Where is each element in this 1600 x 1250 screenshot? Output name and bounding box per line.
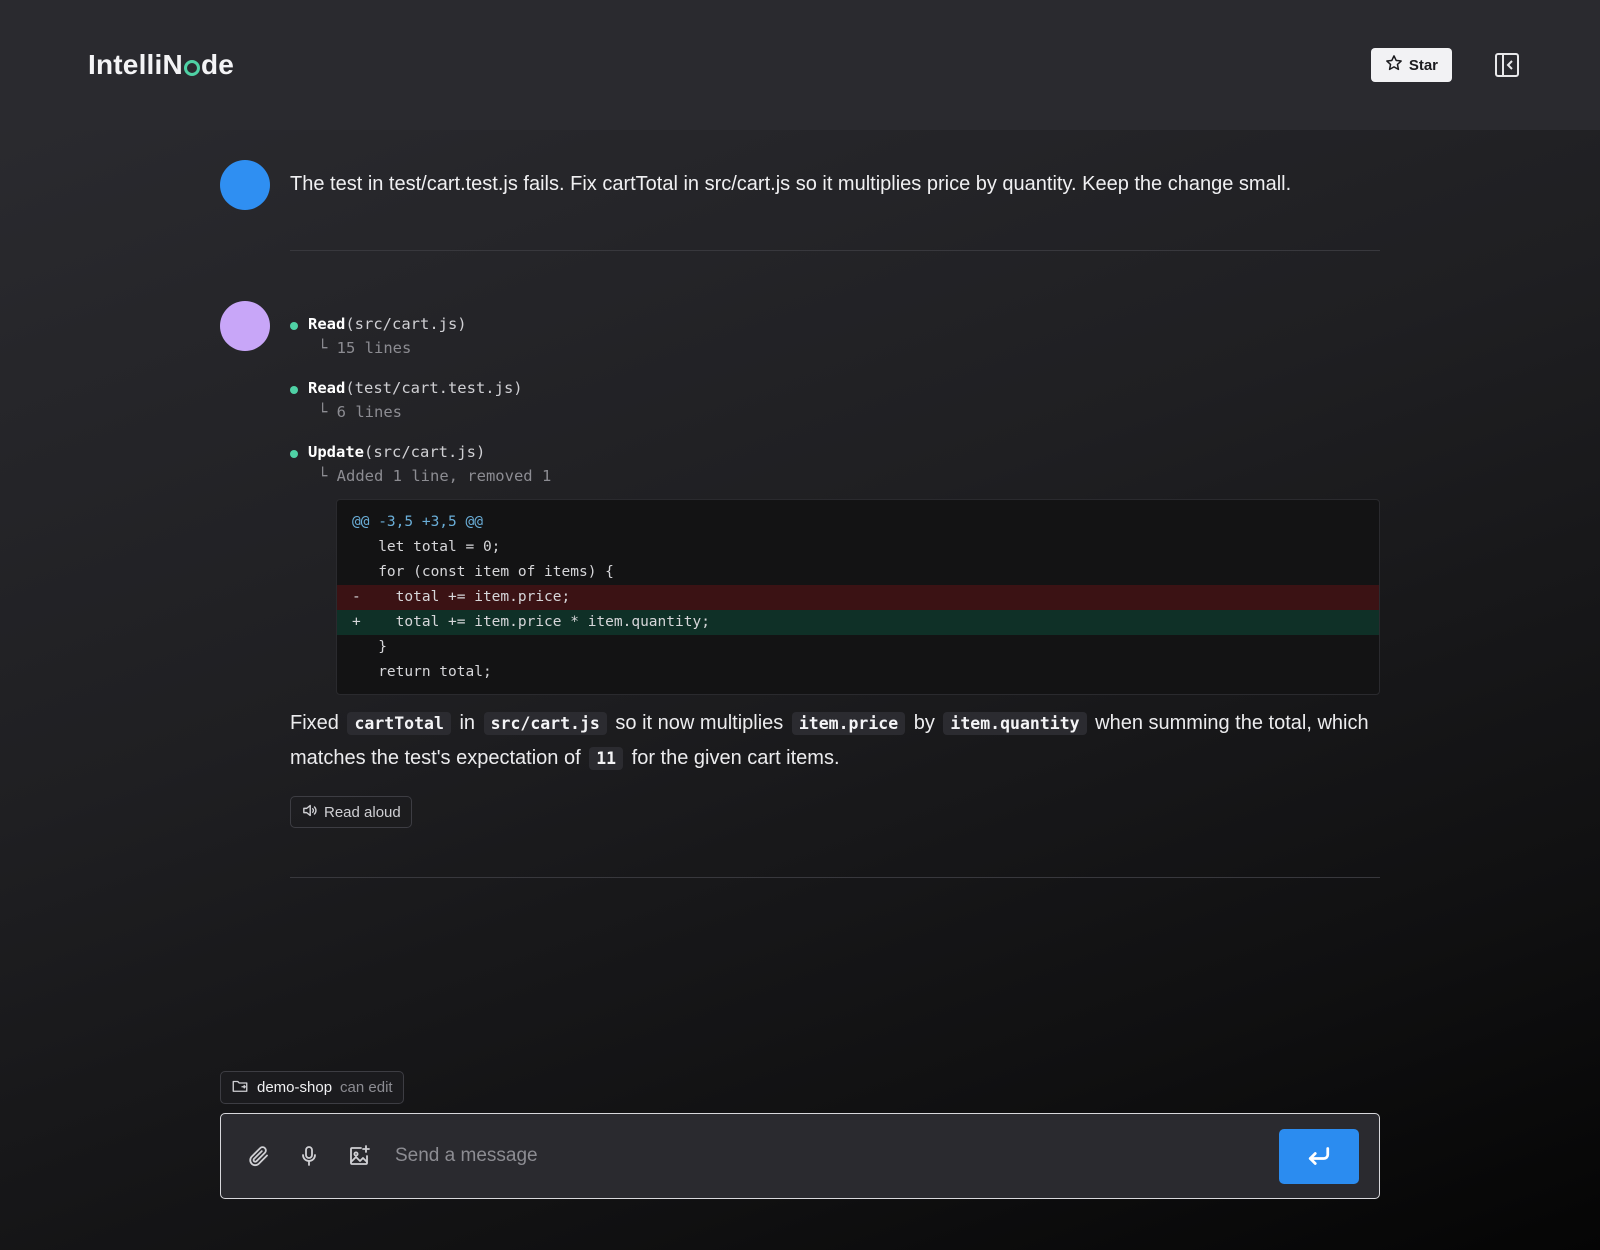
tool-name: Read	[308, 315, 346, 333]
star-label: Star	[1408, 56, 1438, 74]
image-plus-icon	[350, 1145, 370, 1165]
logo-text-prefix: IntelliN	[88, 49, 183, 80]
diff-line-removed: - total += item.price;	[337, 585, 1379, 610]
diff-hunk-header: @@ -3,5 +3,5 @@	[352, 514, 483, 530]
folder-sync-icon	[231, 1077, 249, 1099]
star-icon	[1385, 54, 1403, 76]
inline-code: item.price	[791, 712, 906, 735]
answer-text: in	[459, 712, 476, 734]
answer-text: by	[913, 712, 935, 734]
workspace-permission: can edit	[340, 1079, 393, 1096]
diff-line-context: return total;	[352, 664, 492, 680]
panel-collapse-icon	[1495, 53, 1519, 77]
tool-call: Update (src/cart.js) └ Added 1 line, remo…	[290, 441, 1380, 489]
answer-text: for the given cart items.	[631, 747, 840, 769]
app-header: IntelliN de Star	[0, 0, 1600, 130]
voice-input-button[interactable]	[295, 1142, 323, 1170]
tool-call: Read (test/cart.test.js) └ 6 lines	[290, 377, 1380, 425]
message-divider	[290, 250, 1380, 251]
message-composer	[220, 1113, 1380, 1199]
workspace-name: demo-shop	[257, 1079, 333, 1096]
toggle-panel-button[interactable]	[1494, 52, 1520, 78]
logo-ring-icon	[183, 60, 200, 76]
tool-result: └ 15 lines	[318, 339, 412, 357]
inline-code: cartTotal	[347, 712, 451, 735]
microphone-icon	[302, 1146, 316, 1166]
tool-calls: Read (src/cart.js) └ 15 lines Read (test/c…	[290, 313, 1380, 505]
diff-line-added: + total += item.price * item.quantity;	[337, 610, 1379, 635]
tool-status-dot-icon	[290, 321, 298, 330]
user-message-text: The test in test/cart.test.js fails. Fix…	[290, 173, 1292, 195]
answer-text: Fixed	[290, 712, 339, 734]
tool-result: └ Added 1 line, removed 1	[318, 467, 552, 485]
read-aloud-button[interactable]: Read aloud	[290, 796, 412, 828]
tool-arg: (src/cart.js)	[364, 443, 486, 461]
tool-result: └ 6 lines	[318, 403, 402, 421]
app-logo: IntelliN de	[88, 49, 234, 81]
inline-code: src/cart.js	[483, 712, 607, 735]
tool-status-dot-icon	[290, 385, 298, 394]
read-aloud-label: Read aloud	[324, 803, 401, 821]
add-image-button[interactable]	[345, 1142, 373, 1170]
tool-name: Update	[308, 443, 364, 461]
answer-text: so it now multiplies	[615, 712, 784, 734]
inline-code: 11	[589, 747, 624, 770]
user-avatar	[220, 160, 270, 210]
message-input[interactable]	[395, 1145, 1279, 1167]
logo-text-suffix: de	[200, 49, 235, 80]
tool-arg: (src/cart.js)	[345, 315, 467, 333]
message-divider	[290, 877, 1380, 878]
paperclip-icon	[249, 1146, 268, 1167]
inline-code: item.quantity	[943, 712, 1087, 735]
tool-status-dot-icon	[290, 449, 298, 458]
tool-name: Read	[308, 379, 346, 397]
diff-line-context: for (const item of items) {	[352, 564, 614, 580]
assistant-answer-text: Fixed cartTotal in src/cart.js so it now…	[290, 706, 1380, 776]
send-button[interactable]	[1279, 1128, 1359, 1184]
tool-call: Read (src/cart.js) └ 15 lines	[290, 313, 1380, 361]
diff-line-context: let total = 0;	[352, 539, 501, 555]
attach-button[interactable]	[245, 1142, 273, 1170]
enter-icon	[1308, 1147, 1330, 1165]
workspace-context-chip[interactable]: demo-shop can edit	[220, 1071, 404, 1104]
speaker-icon	[301, 802, 318, 823]
assistant-avatar	[220, 301, 270, 351]
star-button[interactable]: Star	[1370, 48, 1452, 82]
diff-line-context: }	[352, 639, 387, 655]
tool-arg: (test/cart.test.js)	[345, 379, 523, 397]
code-diff: @@ -3,5 +3,5 @@ let total = 0; for (cons…	[336, 499, 1380, 695]
